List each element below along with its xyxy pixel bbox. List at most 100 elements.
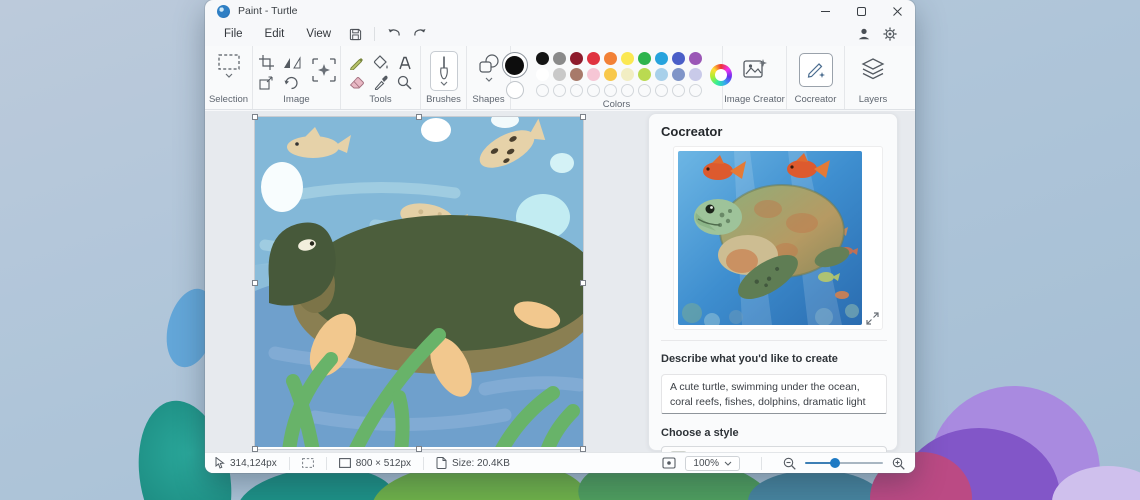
color-swatch[interactable] — [586, 68, 600, 81]
background-removal-icon[interactable] — [311, 57, 337, 83]
title-bar[interactable]: Paint - Turtle — [205, 0, 915, 22]
expand-image-button[interactable] — [866, 312, 879, 325]
colors-group: Colors — [501, 46, 732, 110]
fit-to-screen-icon[interactable] — [662, 457, 676, 469]
color-swatch[interactable] — [586, 52, 600, 65]
undo-button[interactable] — [381, 24, 407, 44]
selection-handle[interactable] — [580, 114, 586, 120]
text-tool-icon[interactable] — [398, 56, 412, 70]
image-creator-group[interactable]: Image Creator — [723, 46, 787, 109]
brushes-group[interactable]: Brushes — [421, 46, 467, 109]
tools-group: Tools — [341, 46, 421, 109]
fill-icon[interactable] — [373, 55, 389, 70]
empty-color-slot[interactable] — [603, 84, 617, 97]
empty-color-slot[interactable] — [552, 84, 566, 97]
color-swatch[interactable] — [671, 52, 685, 65]
selection-handle[interactable] — [416, 446, 422, 452]
paint-app-icon — [217, 4, 230, 18]
maximize-button[interactable] — [843, 0, 879, 22]
rotate-icon[interactable] — [284, 76, 301, 90]
color-swatch[interactable] — [654, 52, 668, 65]
describe-label: Describe what you'd like to create — [661, 353, 838, 365]
color-swatch[interactable] — [569, 68, 583, 81]
layers-group[interactable]: Layers — [845, 46, 901, 109]
group-label: Cocreator — [794, 94, 837, 105]
color-swatch[interactable] — [637, 52, 651, 65]
menu-edit[interactable]: Edit — [254, 25, 296, 43]
empty-color-slot[interactable] — [671, 84, 685, 97]
canvas-drawing-turtle-scene — [255, 117, 583, 447]
color-swatch[interactable] — [535, 68, 549, 81]
empty-color-slot[interactable] — [569, 84, 583, 97]
zoom-out-icon[interactable] — [783, 457, 796, 470]
color-swatch[interactable] — [620, 52, 634, 65]
menu-view[interactable]: View — [295, 25, 342, 43]
panel-divider — [661, 340, 887, 341]
zoom-slider-thumb[interactable] — [829, 458, 840, 468]
empty-color-slot[interactable] — [535, 84, 549, 97]
color-swatch[interactable] — [552, 52, 566, 65]
generated-turtle-image[interactable] — [678, 151, 862, 325]
resize-icon[interactable] — [259, 75, 274, 90]
selection-handle[interactable] — [252, 446, 258, 452]
selection-handle[interactable] — [580, 280, 586, 286]
settings-button[interactable] — [883, 27, 897, 41]
eraser-icon[interactable] — [349, 76, 365, 89]
empty-color-slot[interactable] — [586, 84, 600, 97]
account-icon — [858, 28, 870, 40]
pencil-icon[interactable] — [349, 55, 364, 70]
flip-icon[interactable] — [283, 56, 302, 69]
color-swatch[interactable] — [688, 68, 702, 81]
zoom-slider[interactable] — [805, 458, 883, 468]
gear-icon — [883, 27, 897, 41]
magnifier-icon[interactable] — [397, 75, 412, 90]
color-swatch[interactable] — [535, 52, 549, 65]
image-creator-icon — [742, 59, 767, 78]
status-bar: 314,124px 800 × 512px Size: 20.4KB 100% — [205, 452, 915, 473]
workspace: Cocreator Describe what you'd like to cr… — [205, 111, 915, 472]
close-button[interactable] — [879, 0, 915, 22]
shapes-icon — [478, 54, 499, 73]
empty-color-slot[interactable] — [620, 84, 634, 97]
color-swatch[interactable] — [569, 52, 583, 65]
close-icon — [892, 6, 902, 16]
color-swatch[interactable] — [603, 68, 617, 81]
crop-icon[interactable] — [259, 55, 274, 70]
cocreator-group[interactable]: Cocreator — [787, 46, 845, 109]
status-separator — [761, 456, 762, 470]
save-button[interactable] — [342, 24, 368, 44]
menu-file[interactable]: File — [213, 25, 254, 43]
eyedropper-icon[interactable] — [374, 75, 388, 90]
selection-group[interactable]: Selection — [205, 46, 253, 109]
canvas-size-value: 800 × 512px — [355, 457, 412, 469]
redo-icon — [414, 29, 426, 36]
zoom-in-icon[interactable] — [892, 457, 905, 470]
color1-swatch[interactable] — [501, 52, 528, 78]
zoom-level-value: 100% — [693, 457, 719, 469]
color-swatch[interactable] — [688, 52, 702, 65]
minimize-button[interactable] — [807, 0, 843, 22]
zoom-level-dropdown[interactable]: 100% — [685, 455, 740, 471]
account-button[interactable] — [857, 27, 871, 41]
minimize-icon — [820, 10, 830, 12]
color-swatch[interactable] — [671, 68, 685, 81]
image-group: Image — [253, 46, 341, 109]
color-swatch[interactable] — [637, 68, 651, 81]
prompt-input[interactable]: A cute turtle, swimming under the ocean,… — [661, 374, 887, 414]
chevron-down-icon — [724, 461, 732, 466]
drawing-canvas[interactable] — [252, 114, 586, 452]
selection-handle[interactable] — [252, 114, 258, 120]
selection-handle[interactable] — [416, 114, 422, 120]
color-swatch[interactable] — [620, 68, 634, 81]
empty-color-slot[interactable] — [654, 84, 668, 97]
color-swatch[interactable] — [654, 68, 668, 81]
color-swatch[interactable] — [552, 68, 566, 81]
redo-button[interactable] — [407, 24, 433, 44]
selection-handle[interactable] — [252, 280, 258, 286]
color-swatch[interactable] — [603, 52, 617, 65]
selection-handle[interactable] — [580, 446, 586, 452]
empty-color-slot[interactable] — [637, 84, 651, 97]
empty-color-slot[interactable] — [688, 84, 702, 97]
maximize-icon — [856, 6, 866, 16]
color2-swatch[interactable] — [505, 81, 524, 99]
